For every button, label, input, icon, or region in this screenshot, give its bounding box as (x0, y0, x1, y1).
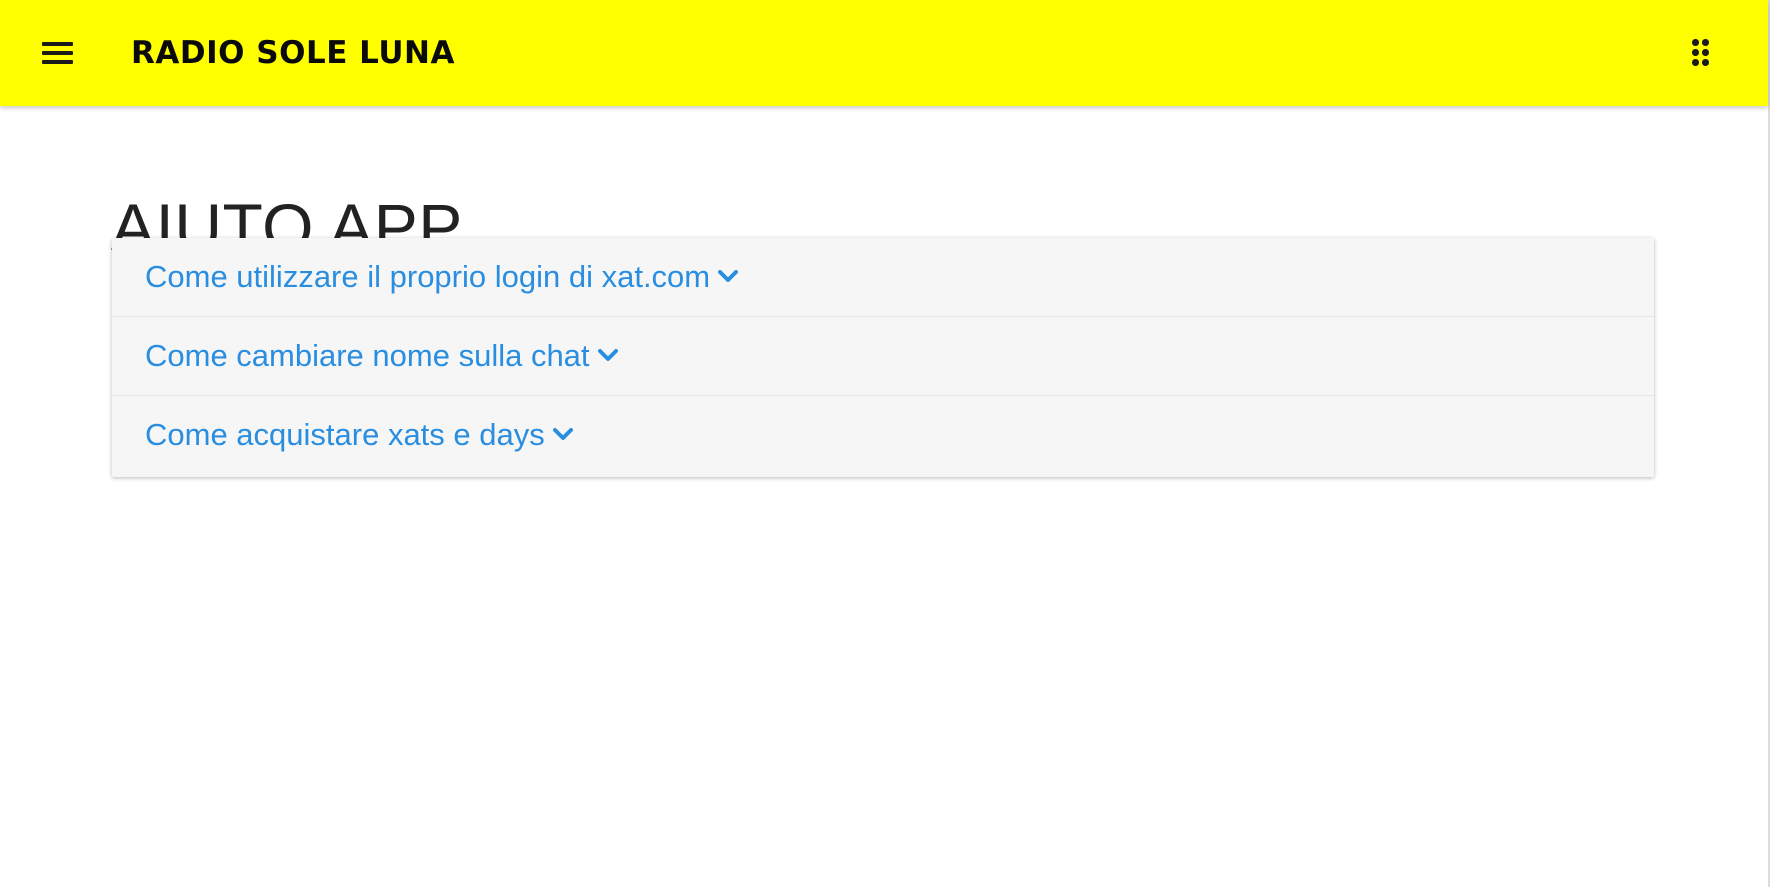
faq-accordion: Come utilizzare il proprio login di xat.… (112, 238, 1654, 477)
faq-item-buy-xats-days[interactable]: Come acquistare xats e days (112, 396, 1654, 474)
top-app-bar: RADIO SOLE LUNA (0, 0, 1768, 106)
chevron-down-icon (718, 269, 739, 282)
faq-item-xat-login[interactable]: Come utilizzare il proprio login di xat.… (112, 238, 1654, 317)
apps-button[interactable] (1686, 34, 1716, 72)
faq-item-change-name[interactable]: Come cambiare nome sulla chat (112, 317, 1654, 396)
faq-item-label[interactable]: Come cambiare nome sulla chat (145, 337, 618, 375)
chevron-down-icon (597, 348, 618, 361)
faq-item-label[interactable]: Come utilizzare il proprio login di xat.… (145, 258, 739, 296)
faq-item-label[interactable]: Come acquistare xats e days (145, 416, 573, 454)
menu-button[interactable] (38, 35, 78, 71)
app-title: RADIO SOLE LUNA (131, 35, 455, 71)
chevron-down-icon (552, 427, 573, 440)
app-page: RADIO SOLE LUNA AIUTO APP Come utilizzar… (0, 0, 1770, 887)
